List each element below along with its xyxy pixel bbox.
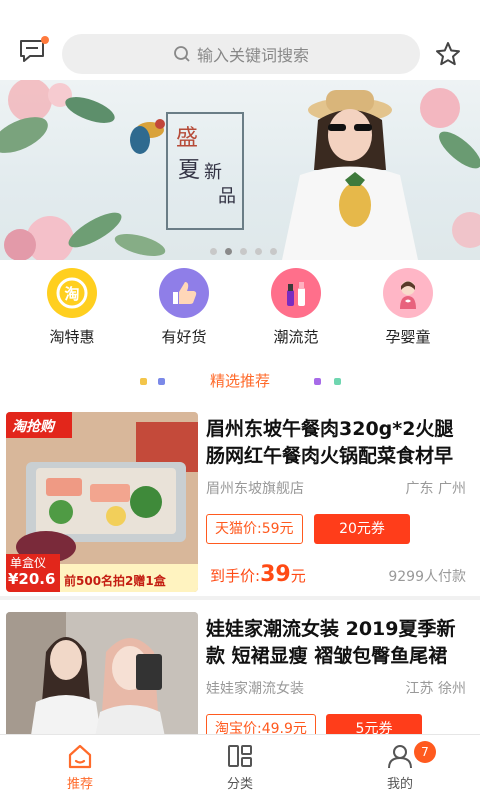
top-bar: 输入关键词搜索 bbox=[0, 0, 480, 80]
pagination-dot[interactable] bbox=[210, 248, 217, 255]
shop-location: 江苏 徐州 bbox=[405, 681, 466, 697]
svg-text:淘: 淘 bbox=[63, 285, 79, 303]
category-label: 有好货 bbox=[161, 328, 207, 346]
pagination-dot[interactable] bbox=[225, 248, 232, 255]
banner-title-char: 新 bbox=[204, 162, 222, 183]
star-icon[interactable] bbox=[434, 40, 462, 68]
search-icon bbox=[174, 46, 190, 62]
pagination-dot[interactable] bbox=[240, 248, 247, 255]
thumb-price: ¥20.6 bbox=[8, 570, 56, 588]
thumbs-up-icon bbox=[159, 268, 209, 318]
product-image: 淘抢购 单盒仪 ¥20.6 前500名拍2赠1盒 bbox=[6, 412, 198, 592]
taote-icon: 淘 bbox=[47, 268, 97, 318]
category-taotehui[interactable]: 淘 淘特惠 bbox=[22, 268, 122, 352]
grid-icon bbox=[228, 745, 252, 767]
category-label: 潮流范 bbox=[273, 328, 319, 346]
shop-location: 广东 广州 bbox=[405, 481, 466, 497]
banner-title-char: 夏 bbox=[178, 158, 201, 183]
category-label: 淘特惠 bbox=[49, 328, 95, 346]
platform-price: 天猫价:59元 bbox=[206, 514, 303, 544]
banner-title-char: 盛 bbox=[176, 126, 199, 151]
pagination-dot[interactable] bbox=[270, 248, 277, 255]
product-card[interactable]: 娃娃家潮流女装 2019夏季新款 短裙显瘦 褶皱包臀鱼尾裙 娃娃家潮流女装 江苏… bbox=[0, 600, 480, 734]
shop-name: 眉州东坡旗舰店 bbox=[206, 481, 304, 497]
section-title: 精选推荐 bbox=[209, 372, 270, 390]
product-image bbox=[6, 612, 198, 734]
makeup-icon bbox=[271, 268, 321, 318]
shop-name: 娃娃家潮流女装 bbox=[206, 681, 304, 697]
pregnant-icon bbox=[383, 268, 433, 318]
coupon-button[interactable]: 20元券 bbox=[314, 514, 410, 544]
final-price: 到手价:39元 bbox=[210, 562, 306, 587]
nav-label: 推荐 bbox=[66, 777, 93, 792]
sales-count: 9299人付款 bbox=[388, 569, 466, 585]
decor-square bbox=[334, 378, 341, 385]
search-bar[interactable]: 输入关键词搜索 bbox=[62, 34, 420, 74]
nav-category[interactable]: 分类 bbox=[160, 735, 320, 800]
banner-pagination bbox=[210, 248, 277, 255]
thumb-badge-top: 淘抢购 bbox=[12, 419, 54, 435]
banner-title-char: 品 bbox=[218, 186, 236, 207]
user-icon bbox=[388, 745, 412, 769]
product-title[interactable]: 娃娃家潮流女装 2019夏季新款 短裙显瘦 褶皱包臀鱼尾裙 bbox=[206, 616, 472, 670]
product-title[interactable]: 眉州东坡午餐肉320g*2火腿肠网红午餐肉火锅配菜食材早 bbox=[206, 416, 472, 470]
section-header: 精选推荐 bbox=[0, 370, 480, 394]
decor-square bbox=[140, 378, 147, 385]
final-price-value: 39 bbox=[260, 562, 291, 587]
thumb-promo: 前500名拍2赠1盒 bbox=[64, 574, 166, 588]
category-row: 淘 淘特惠 有好货 潮流范 孕婴童 bbox=[0, 268, 480, 352]
notification-badge: 7 bbox=[414, 741, 436, 763]
category-youhaohuo[interactable]: 有好货 bbox=[134, 268, 234, 352]
notification-dot bbox=[41, 36, 49, 44]
pagination-dot[interactable] bbox=[255, 248, 262, 255]
decor-square bbox=[158, 378, 165, 385]
nav-recommend[interactable]: 推荐 bbox=[0, 735, 160, 800]
home-icon bbox=[68, 744, 92, 769]
thumb-badge-box: 单盒仪 bbox=[10, 556, 47, 570]
platform-price: 淘宝价:49.9元 bbox=[206, 714, 316, 734]
promo-banner[interactable]: 盛 夏 新 品 bbox=[0, 80, 480, 260]
final-price-suffix: 元 bbox=[290, 567, 306, 585]
category-yunyingtong[interactable]: 孕婴童 bbox=[358, 268, 458, 352]
bottom-nav: 推荐 分类 我的 7 bbox=[0, 734, 480, 800]
product-card[interactable]: 淘抢购 单盒仪 ¥20.6 前500名拍2赠1盒 眉州东坡午餐肉320g*2火腿… bbox=[0, 400, 480, 592]
category-label: 孕婴童 bbox=[385, 328, 431, 346]
nav-label: 分类 bbox=[226, 777, 253, 792]
final-price-prefix: 到手价: bbox=[210, 567, 261, 585]
search-placeholder: 输入关键词搜索 bbox=[196, 46, 309, 65]
category-chaoliufan[interactable]: 潮流范 bbox=[246, 268, 346, 352]
nav-mine[interactable]: 我的 7 bbox=[320, 735, 480, 800]
decor-square bbox=[314, 378, 321, 385]
nav-label: 我的 bbox=[386, 777, 413, 792]
coupon-button[interactable]: 5元券 bbox=[326, 714, 422, 734]
